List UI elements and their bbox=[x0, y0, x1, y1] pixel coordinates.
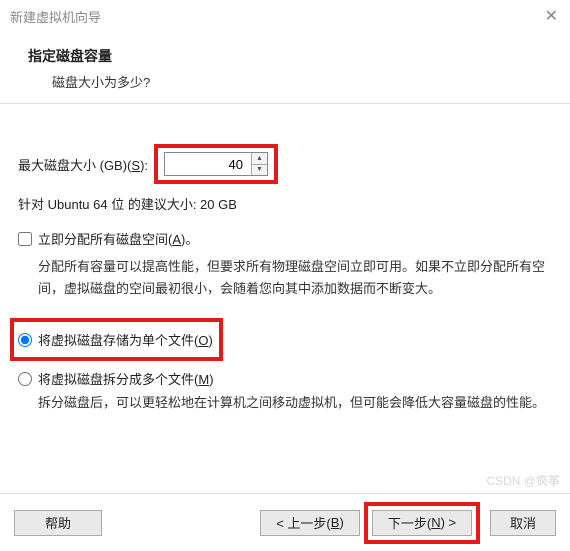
spinner-down-icon[interactable]: ▼ bbox=[252, 165, 267, 176]
max-disk-label: 最大磁盘大小 (GB)(S): bbox=[18, 155, 148, 174]
disk-size-spinner[interactable]: ▲ ▼ bbox=[164, 152, 268, 176]
watermark: CSDN @疯筝 bbox=[486, 472, 560, 489]
spinner-up-icon[interactable]: ▲ bbox=[252, 153, 267, 165]
page-title: 指定磁盘容量 bbox=[28, 46, 550, 66]
wizard-footer: 帮助 < 上一步(B) 下一步(N) > 取消 bbox=[0, 493, 570, 551]
split-files-radio[interactable] bbox=[18, 372, 32, 386]
titlebar: 新建虚拟机向导 ✕ bbox=[0, 0, 570, 32]
next-button[interactable]: 下一步(N) > bbox=[372, 510, 472, 536]
allocate-now-label[interactable]: 立即分配所有磁盘空间(A)。 bbox=[38, 229, 198, 248]
split-files-label[interactable]: 将虚拟磁盘拆分成多个文件(M) bbox=[38, 369, 214, 388]
back-button[interactable]: < 上一步(B) bbox=[260, 510, 360, 536]
wizard-header: 指定磁盘容量 磁盘大小为多少? bbox=[0, 32, 570, 104]
single-file-label[interactable]: 将虚拟磁盘存储为单个文件(O) bbox=[38, 330, 213, 349]
allocate-now-checkbox[interactable] bbox=[18, 232, 32, 246]
window-title: 新建虚拟机向导 bbox=[10, 7, 101, 26]
allocate-now-row: 立即分配所有磁盘空间(A)。 bbox=[18, 229, 552, 248]
page-subtitle: 磁盘大小为多少? bbox=[28, 72, 550, 91]
split-desc: 拆分磁盘后，可以更轻松地在计算机之间移动虚拟机，但可能会降低大容量磁盘的性能。 bbox=[18, 392, 552, 414]
storage-radio-group: 将虚拟磁盘存储为单个文件(O) 将虚拟磁盘拆分成多个文件(M) 拆分磁盘后，可以… bbox=[18, 318, 552, 414]
single-file-radio[interactable] bbox=[18, 333, 32, 347]
single-file-highlight: 将虚拟磁盘存储为单个文件(O) bbox=[10, 318, 223, 361]
allocate-desc: 分配所有容量可以提高性能，但要求所有物理磁盘空间立即可用。如果不立即分配所有空间… bbox=[18, 256, 552, 300]
disk-size-highlight: ▲ ▼ bbox=[154, 144, 278, 184]
cancel-button[interactable]: 取消 bbox=[490, 510, 556, 536]
disk-size-input[interactable] bbox=[165, 153, 251, 175]
next-button-highlight: 下一步(N) > bbox=[364, 502, 480, 544]
recommended-size: 针对 Ubuntu 64 位 的建议大小: 20 GB bbox=[18, 194, 552, 213]
spinner-arrows: ▲ ▼ bbox=[251, 153, 267, 175]
max-disk-row: 最大磁盘大小 (GB)(S): ▲ ▼ bbox=[18, 144, 552, 184]
help-button[interactable]: 帮助 bbox=[14, 510, 102, 536]
close-icon[interactable]: ✕ bbox=[545, 6, 558, 26]
content-area: 最大磁盘大小 (GB)(S): ▲ ▼ 针对 Ubuntu 64 位 的建议大小… bbox=[0, 104, 570, 414]
